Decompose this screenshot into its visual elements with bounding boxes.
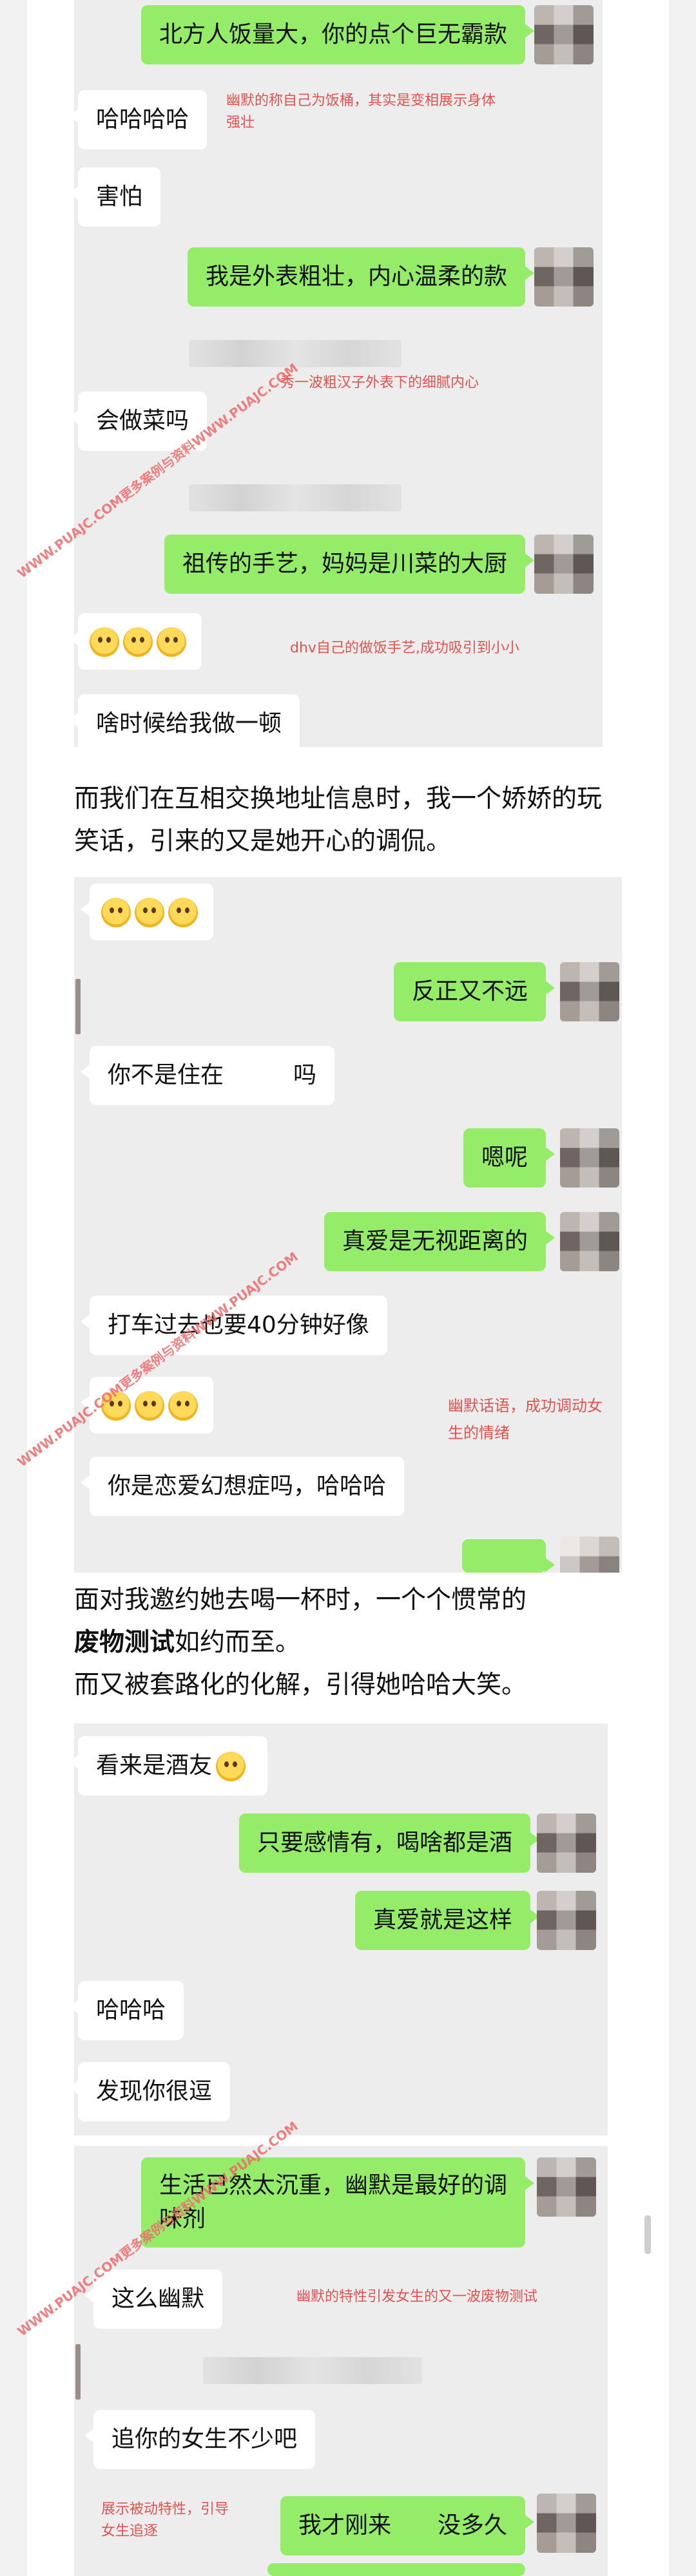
chat-bubble-received: 你是恋爱幻想症吗，哈哈哈 (80, 1457, 405, 1516)
sweat-emoji-icon (168, 1391, 198, 1421)
chat-bubble-received: 看来是酒友 (74, 1736, 268, 1795)
chat-bubble-sent-partial (462, 1539, 555, 1573)
avatar (534, 5, 594, 64)
avatar (537, 2494, 596, 2553)
chat-bubble-sent: 嗯呢 (463, 1128, 556, 1188)
chat-screenshot-3: 看来是酒友 只要感情有，喝啥都是酒 真爱就是这样 哈哈哈 发现你很逗 (74, 1723, 608, 2136)
avatar (560, 1128, 619, 1188)
chat-bubble-sent: 只要感情有，喝啥都是酒 (238, 1814, 540, 1873)
chat-bubble-received: 哈哈哈哈 (74, 90, 208, 149)
annotation-note: 幽默话语，成功调动女生的情绪 (448, 1397, 603, 1442)
sweat-emoji-icon (135, 1391, 164, 1421)
annotation-note: 秀一波粗汉子外表下的细腻内心 (280, 375, 479, 391)
chat-bubble-received: 哈哈哈 (74, 1981, 184, 2040)
chat-screenshot-2: 反正又不远 你不是住在 吗 嗯呢 真爱是无视距离的 打车过去也要40分钟好像 幽… (74, 877, 622, 1573)
annotation-note: 幽默的特性引发女生的又一波废物测试 (296, 2289, 538, 2305)
emoji-message (81, 884, 213, 940)
emoji-message (74, 613, 202, 670)
chat-bubble-sent: 真爱是无视距离的 (324, 1212, 556, 1271)
thinking-emoji-icon (157, 627, 186, 657)
thinking-emoji-icon (90, 627, 119, 657)
annotation-note: dhv自己的做饭手艺,成功吸引到小小 (290, 640, 519, 656)
avatar (560, 1212, 619, 1271)
scroll-edge-marker (75, 979, 81, 1034)
avatar (537, 1891, 596, 1950)
chat-bubble-received: 追你的女生不少吧 (84, 2410, 316, 2469)
article-line: 面对我邀约她去喝一杯时，一个个惯常的 (74, 1586, 527, 1615)
avatar (537, 1814, 596, 1873)
chat-bubble-received: 你不是住在 吗 (80, 1046, 335, 1105)
article-line: 而又被套路化的化解，引得她哈哈大笑。 (74, 1671, 527, 1700)
chat-bubble-received: 啥时候给我做一顿 (74, 694, 300, 747)
right-margin (669, 0, 696, 2576)
chat-bubble-sent: 祖传的手艺，妈妈是川菜的大厨 (164, 535, 535, 594)
blurred-timestamp (189, 340, 401, 367)
avatar (534, 535, 594, 594)
avatar (560, 1537, 619, 1573)
message-text: 看来是酒友 (96, 1752, 213, 1779)
chat-screenshot-1: 北方人饭量大，你的点个巨无霸款 哈哈哈哈 幽默的称自己为饭桶，其实是变相展示身体… (74, 0, 603, 747)
article-line: 废物测试如约而至。 (74, 1622, 603, 1664)
chat-bubble-received: 害怕 (74, 167, 161, 227)
flushed-emoji-icon (135, 898, 164, 927)
chat-bubble-sent: 真爱就是这样 (354, 1891, 540, 1950)
chat-bubble-sent: 我才刚来 没多久 (280, 2496, 535, 2555)
flushed-emoji-icon (168, 898, 198, 927)
blurred-timestamp (203, 2357, 422, 2384)
thinking-emoji-icon (216, 1752, 246, 1781)
chat-bubble-sent-partial (267, 2563, 525, 2576)
scrollbar-thumb[interactable] (644, 2215, 651, 2254)
chat-screenshot-4: 生活已然太沉重，幽默是最好的调味剂 这么幽默 幽默的特性引发女生的又一波废物测试… (74, 2146, 608, 2576)
bold-term: 废物测试 (74, 1628, 175, 1657)
blurred-timestamp (189, 484, 401, 511)
annotation-note: 展示被动特性，引导女生追逐 (101, 2501, 229, 2539)
scroll-edge-marker (75, 2344, 81, 2400)
annotation-note: 幽默的称自己为饭桶，其实是变相展示身体强壮 (226, 93, 496, 131)
avatar (534, 247, 594, 307)
chat-bubble-sent: 我是外表粗壮，内心温柔的款 (187, 247, 535, 307)
flushed-emoji-icon (101, 898, 131, 927)
article-text: 如约而至。 (175, 1628, 301, 1657)
article-paragraph-1: 而我们在互相交换地址信息时，我一个娇娇的玩笑话，引来的又是她开心的调侃。 (74, 784, 603, 856)
chat-bubble-received: 这么幽默 (84, 2269, 223, 2329)
avatar (560, 962, 619, 1021)
thinking-emoji-icon (123, 627, 153, 657)
chat-bubble-sent: 反正又不远 (393, 962, 556, 1021)
left-margin (0, 0, 27, 2576)
chat-bubble-sent: 北方人饭量大，你的点个巨无霸款 (140, 5, 535, 64)
chat-bubble-received: 发现你很逗 (74, 2062, 231, 2121)
avatar (537, 2157, 596, 2217)
article-paragraph-2: 面对我邀约她去喝一杯时，一个个惯常的 废物测试如约而至。 而又被套路化的化解，引… (74, 1579, 603, 1707)
